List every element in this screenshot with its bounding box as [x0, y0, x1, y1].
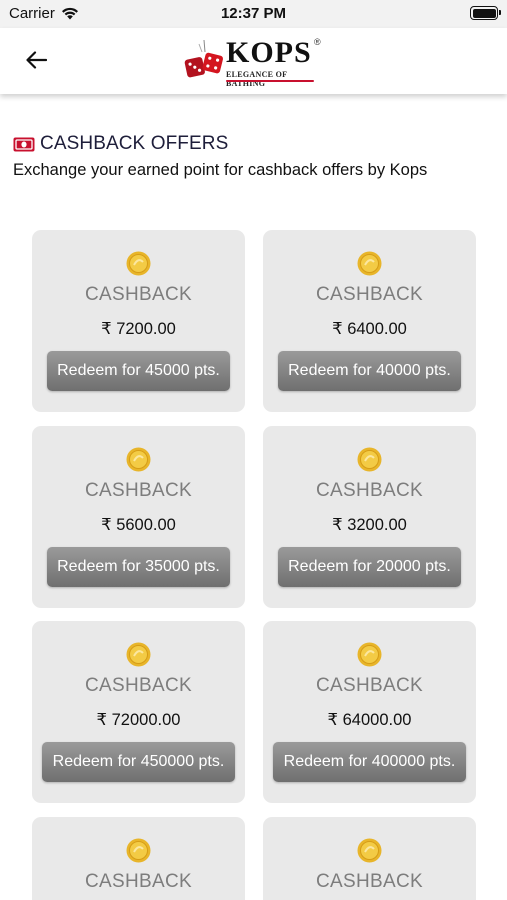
- coin-icon: [126, 838, 151, 863]
- coin-icon: [357, 642, 382, 667]
- coin-icon: [357, 447, 382, 472]
- offer-card[interactable]: CASHBACK ₹ 7200.00 Redeem for 45000 pts.: [32, 230, 245, 412]
- coin-icon: [357, 251, 382, 276]
- cash-note-icon: [13, 137, 35, 151]
- card-title: CASHBACK: [85, 284, 192, 305]
- card-title: CASHBACK: [316, 480, 423, 501]
- offer-card[interactable]: CASHBACK: [263, 817, 476, 900]
- redeem-button[interactable]: Redeem for 20000 pts.: [278, 547, 461, 587]
- battery-icon: [470, 6, 501, 20]
- offer-card[interactable]: CASHBACK ₹ 72000.00 Redeem for 450000 pt…: [32, 621, 245, 803]
- card-title: CASHBACK: [85, 871, 192, 892]
- dice-logo-icon: [184, 39, 223, 78]
- card-amount: ₹ 72000.00: [96, 711, 181, 729]
- offer-card[interactable]: CASHBACK ₹ 64000.00 Redeem for 400000 pt…: [263, 621, 476, 803]
- card-amount: ₹ 6400.00: [332, 320, 407, 338]
- section-header: CASHBACK OFFERS: [13, 133, 228, 155]
- logo-underline: [226, 80, 314, 82]
- card-amount: ₹ 64000.00: [327, 711, 412, 729]
- nav-bar: KOPS ® ELEGANCE OF BATHING: [0, 28, 507, 94]
- coin-icon: [126, 642, 151, 667]
- coin-icon: [357, 838, 382, 863]
- logo-tagline: ELEGANCE OF BATHING: [226, 70, 288, 88]
- offer-card[interactable]: CASHBACK ₹ 3200.00 Redeem for 20000 pts.: [263, 426, 476, 608]
- card-amount: ₹ 7200.00: [101, 320, 176, 338]
- coin-icon: [126, 251, 151, 276]
- card-amount: ₹ 5600.00: [101, 516, 176, 534]
- status-bar: Carrier 12:37 PM: [0, 0, 507, 28]
- back-button[interactable]: [20, 46, 52, 74]
- back-arrow-icon: [26, 51, 47, 69]
- redeem-button[interactable]: Redeem for 400000 pts.: [273, 742, 466, 782]
- redeem-button[interactable]: Redeem for 45000 pts.: [47, 351, 230, 391]
- offer-card[interactable]: CASHBACK: [32, 817, 245, 900]
- offer-card[interactable]: CASHBACK ₹ 5600.00 Redeem for 35000 pts.: [32, 426, 245, 608]
- kops-logo: KOPS ® ELEGANCE OF BATHING: [184, 36, 324, 88]
- card-title: CASHBACK: [316, 675, 423, 696]
- card-amount: ₹ 3200.00: [332, 516, 407, 534]
- redeem-button[interactable]: Redeem for 450000 pts.: [42, 742, 235, 782]
- card-title: CASHBACK: [85, 675, 192, 696]
- section-title: CASHBACK OFFERS: [40, 133, 229, 154]
- card-title: CASHBACK: [85, 480, 192, 501]
- redeem-button[interactable]: Redeem for 35000 pts.: [47, 547, 230, 587]
- offer-card[interactable]: CASHBACK ₹ 6400.00 Redeem for 40000 pts.: [263, 230, 476, 412]
- logo-registered-mark: ®: [314, 37, 321, 47]
- redeem-button[interactable]: Redeem for 40000 pts.: [278, 351, 461, 391]
- coin-icon: [126, 447, 151, 472]
- section-subtitle: Exchange your earned point for cashback …: [13, 161, 428, 179]
- logo-brand-text: KOPS: [226, 36, 312, 69]
- card-title: CASHBACK: [316, 871, 423, 892]
- card-title: CASHBACK: [316, 284, 423, 305]
- status-time: 12:37 PM: [220, 5, 287, 22]
